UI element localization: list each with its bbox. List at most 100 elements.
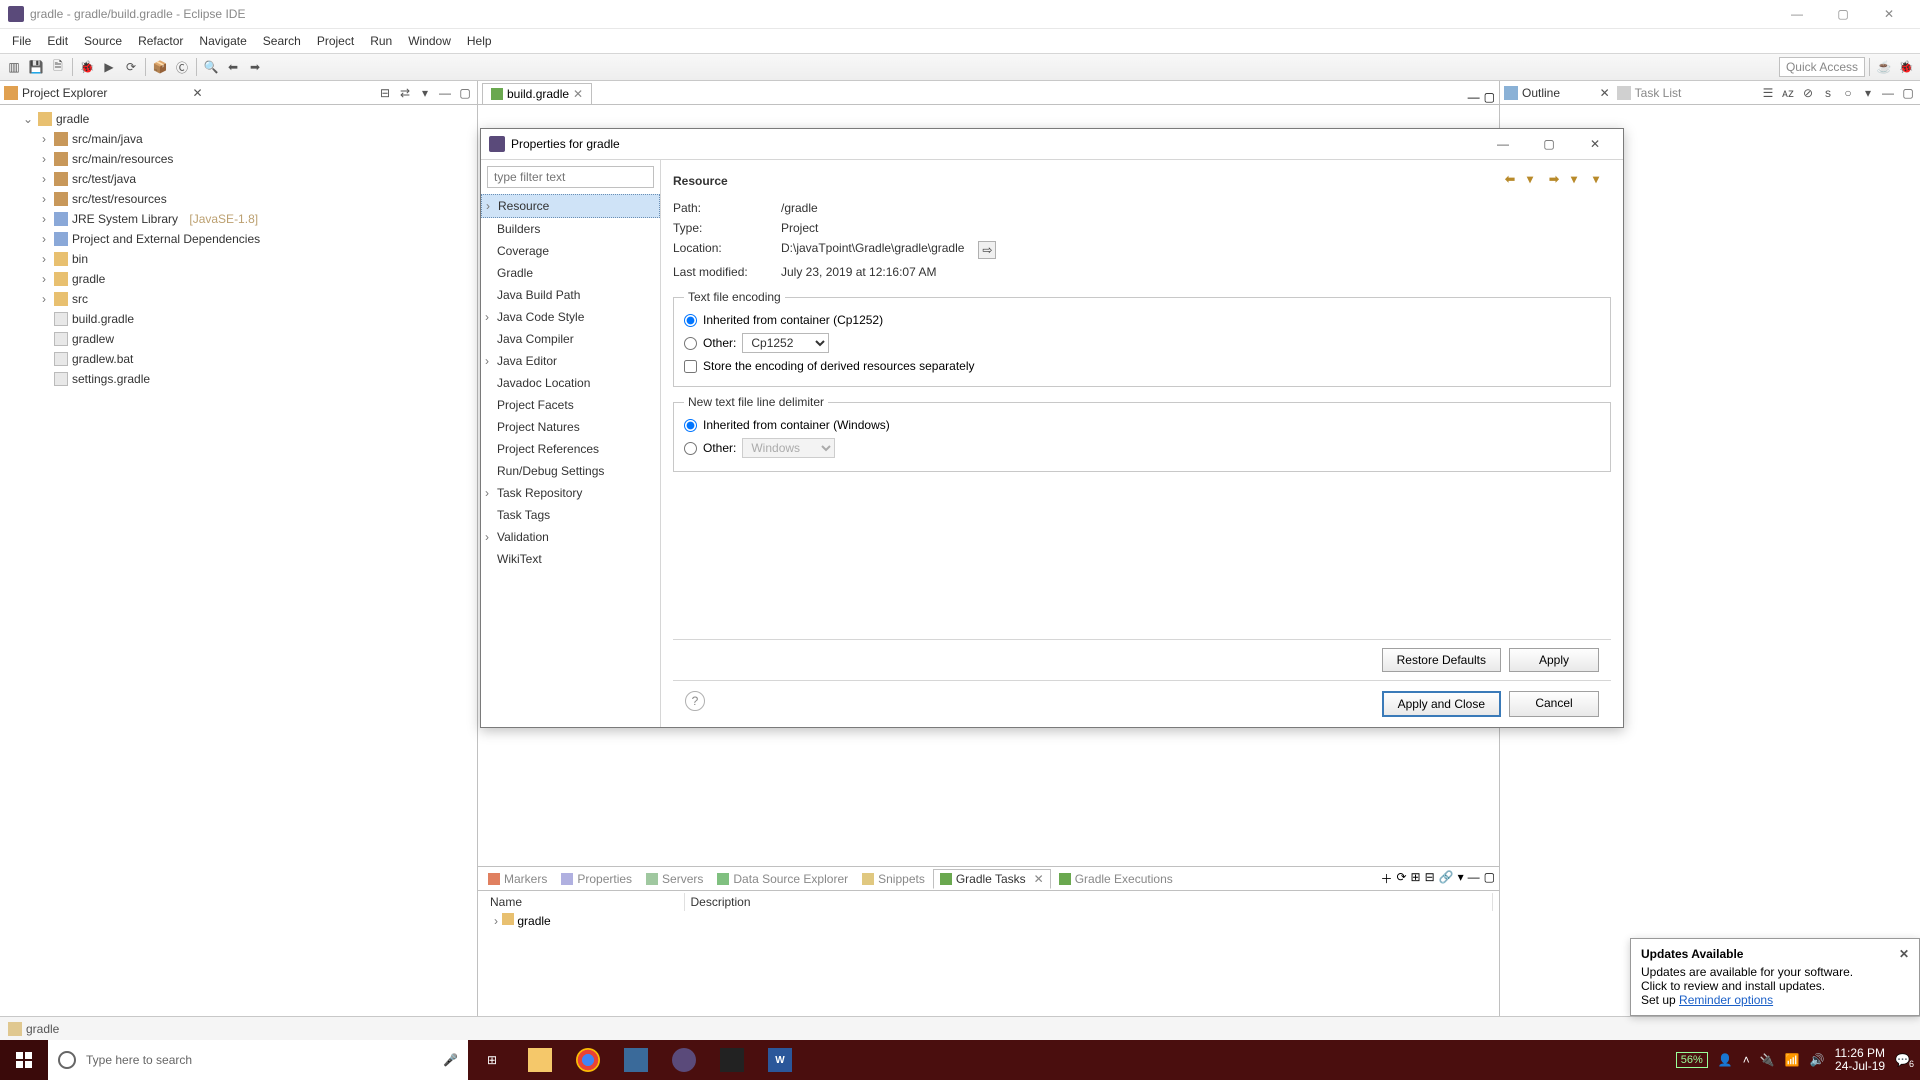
back-icon[interactable]: ⬅ — [1505, 172, 1523, 190]
tree-node[interactable]: src — [72, 292, 88, 306]
table-row[interactable]: gradle — [517, 914, 550, 928]
apply-and-close-button[interactable]: Apply and Close — [1382, 691, 1501, 717]
view-menu-icon[interactable]: ▾ — [1458, 870, 1464, 887]
tree-node[interactable]: gradlew — [72, 332, 114, 346]
new-package-icon[interactable]: 📦 — [150, 57, 170, 77]
tray-expand-icon[interactable]: ˄ — [1743, 1053, 1750, 1067]
app-button[interactable] — [612, 1040, 660, 1080]
category-java-editor[interactable]: Java Editor — [481, 350, 660, 372]
close-button[interactable]: ✕ — [1866, 0, 1912, 28]
maximize-view-icon[interactable]: ▢ — [1900, 85, 1916, 101]
tab-properties[interactable]: Properties — [555, 870, 638, 888]
link-editor-icon[interactable]: ⇄ — [397, 85, 413, 101]
menu-project[interactable]: Project — [309, 31, 362, 51]
start-button[interactable] — [0, 1040, 48, 1080]
menu-edit[interactable]: Edit — [39, 31, 76, 51]
encoding-inherited-radio[interactable] — [684, 314, 697, 327]
power-icon[interactable]: 🔌 — [1760, 1053, 1775, 1067]
task-view-button[interactable]: ⊞ — [468, 1040, 516, 1080]
minimize-editor-icon[interactable]: — — [1468, 90, 1480, 104]
category-project-facets[interactable]: Project Facets — [481, 394, 660, 416]
close-view-icon[interactable]: ✕ — [1597, 85, 1613, 101]
menu-help[interactable]: Help — [459, 31, 500, 51]
dialog-minimize-button[interactable]: — — [1483, 130, 1523, 158]
run-last-icon[interactable]: ⟳ — [121, 57, 141, 77]
new-class-icon[interactable]: Ⓒ — [172, 57, 192, 77]
chrome-button[interactable] — [564, 1040, 612, 1080]
category-project-references[interactable]: Project References — [481, 438, 660, 460]
refresh-icon[interactable]: ⟳ — [1396, 870, 1406, 887]
tab-gradle-tasks[interactable]: Gradle Tasks✕ — [933, 869, 1051, 889]
eclipse-button[interactable] — [660, 1040, 708, 1080]
tab-gradle-executions[interactable]: Gradle Executions — [1053, 870, 1179, 888]
quick-access-input[interactable]: Quick Access — [1779, 57, 1865, 77]
hide-fields-icon[interactable]: ⊘ — [1800, 85, 1816, 101]
view-menu-icon[interactable]: ▾ — [1860, 85, 1876, 101]
menu-navigate[interactable]: Navigate — [191, 31, 254, 51]
menu-refactor[interactable]: Refactor — [130, 31, 191, 51]
perspective-java-icon[interactable]: ☕ — [1874, 57, 1894, 77]
editor-tab-build-gradle[interactable]: build.gradle ✕ — [482, 83, 592, 104]
tree-node[interactable]: src/main/java — [72, 132, 143, 146]
category-gradle[interactable]: Gradle — [481, 262, 660, 284]
menu-source[interactable]: Source — [76, 31, 130, 51]
encoding-select[interactable]: Cp1252 — [742, 333, 829, 353]
category-task-tags[interactable]: Task Tags — [481, 504, 660, 526]
delimiter-other-radio[interactable] — [684, 442, 697, 455]
dialog-close-button[interactable]: ✕ — [1575, 130, 1615, 158]
view-menu-icon[interactable]: ▾ — [417, 85, 433, 101]
run-icon[interactable]: ▶ — [99, 57, 119, 77]
tree-root[interactable]: gradle — [56, 112, 89, 126]
new-icon[interactable]: ▥ — [4, 57, 24, 77]
maximize-editor-icon[interactable]: ▢ — [1484, 90, 1495, 104]
save-all-icon[interactable]: 🗎 — [48, 57, 68, 77]
delimiter-inherited-radio[interactable] — [684, 419, 697, 432]
close-tab-icon[interactable]: ✕ — [573, 87, 583, 101]
clock[interactable]: 11:26 PM 24-Jul-19 — [1835, 1047, 1885, 1073]
menu-search[interactable]: Search — [255, 31, 309, 51]
minimize-view-icon[interactable]: — — [1468, 870, 1480, 887]
tree-node[interactable]: build.gradle — [72, 312, 134, 326]
category-run-debug[interactable]: Run/Debug Settings — [481, 460, 660, 482]
minimize-view-icon[interactable]: — — [437, 85, 453, 101]
forward-menu-icon[interactable]: ▾ — [1571, 172, 1589, 190]
tab-servers[interactable]: Servers — [640, 870, 709, 888]
forward-icon[interactable]: ➡ — [1549, 172, 1567, 190]
minimize-button[interactable]: — — [1774, 0, 1820, 28]
delimiter-select[interactable]: Windows — [742, 438, 835, 458]
maximize-button[interactable]: ▢ — [1820, 0, 1866, 28]
perspective-debug-icon[interactable]: 🐞 — [1896, 57, 1916, 77]
dialog-maximize-button[interactable]: ▢ — [1529, 130, 1569, 158]
section-menu-icon[interactable]: ▾ — [1593, 172, 1611, 190]
menu-window[interactable]: Window — [400, 31, 459, 51]
debug-icon[interactable]: 🐞 — [77, 57, 97, 77]
tree-node[interactable]: src/main/resources — [72, 152, 173, 166]
back-icon[interactable]: ⬅ — [223, 57, 243, 77]
collapse-icon[interactable]: ⊟ — [1425, 870, 1435, 887]
word-button[interactable]: W — [756, 1040, 804, 1080]
tree-node[interactable]: src/test/resources — [72, 192, 167, 206]
tree-node[interactable]: src/test/java — [72, 172, 136, 186]
search-icon[interactable]: 🔍 — [201, 57, 221, 77]
maximize-view-icon[interactable]: ▢ — [1484, 870, 1495, 887]
help-button[interactable]: ? — [685, 691, 705, 711]
tab-snippets[interactable]: Snippets — [856, 870, 931, 888]
minimize-view-icon[interactable]: — — [1880, 85, 1896, 101]
tree-node[interactable]: gradlew.bat — [72, 352, 133, 366]
taskbar-search[interactable]: Type here to search 🎤 — [48, 1040, 468, 1080]
add-icon[interactable]: ＋ — [1380, 870, 1392, 887]
hide-static-icon[interactable]: s — [1820, 85, 1836, 101]
gradle-tasks-table[interactable]: NameDescription › gradle — [484, 893, 1493, 930]
outline-title[interactable]: Outline — [1522, 86, 1593, 100]
notifications-button[interactable]: 💬6 — [1895, 1053, 1910, 1067]
col-description[interactable]: Description — [684, 893, 1493, 911]
mic-icon[interactable]: 🎤 — [443, 1053, 458, 1067]
apply-button[interactable]: Apply — [1509, 648, 1599, 672]
cancel-button[interactable]: Cancel — [1509, 691, 1599, 717]
filter-input[interactable] — [487, 166, 654, 188]
people-icon[interactable]: 👤 — [1718, 1053, 1733, 1067]
restore-defaults-button[interactable]: Restore Defaults — [1382, 648, 1501, 672]
tasklist-title[interactable]: Task List — [1635, 86, 1682, 100]
collapse-all-icon[interactable]: ⊟ — [377, 85, 393, 101]
category-task-repository[interactable]: Task Repository — [481, 482, 660, 504]
